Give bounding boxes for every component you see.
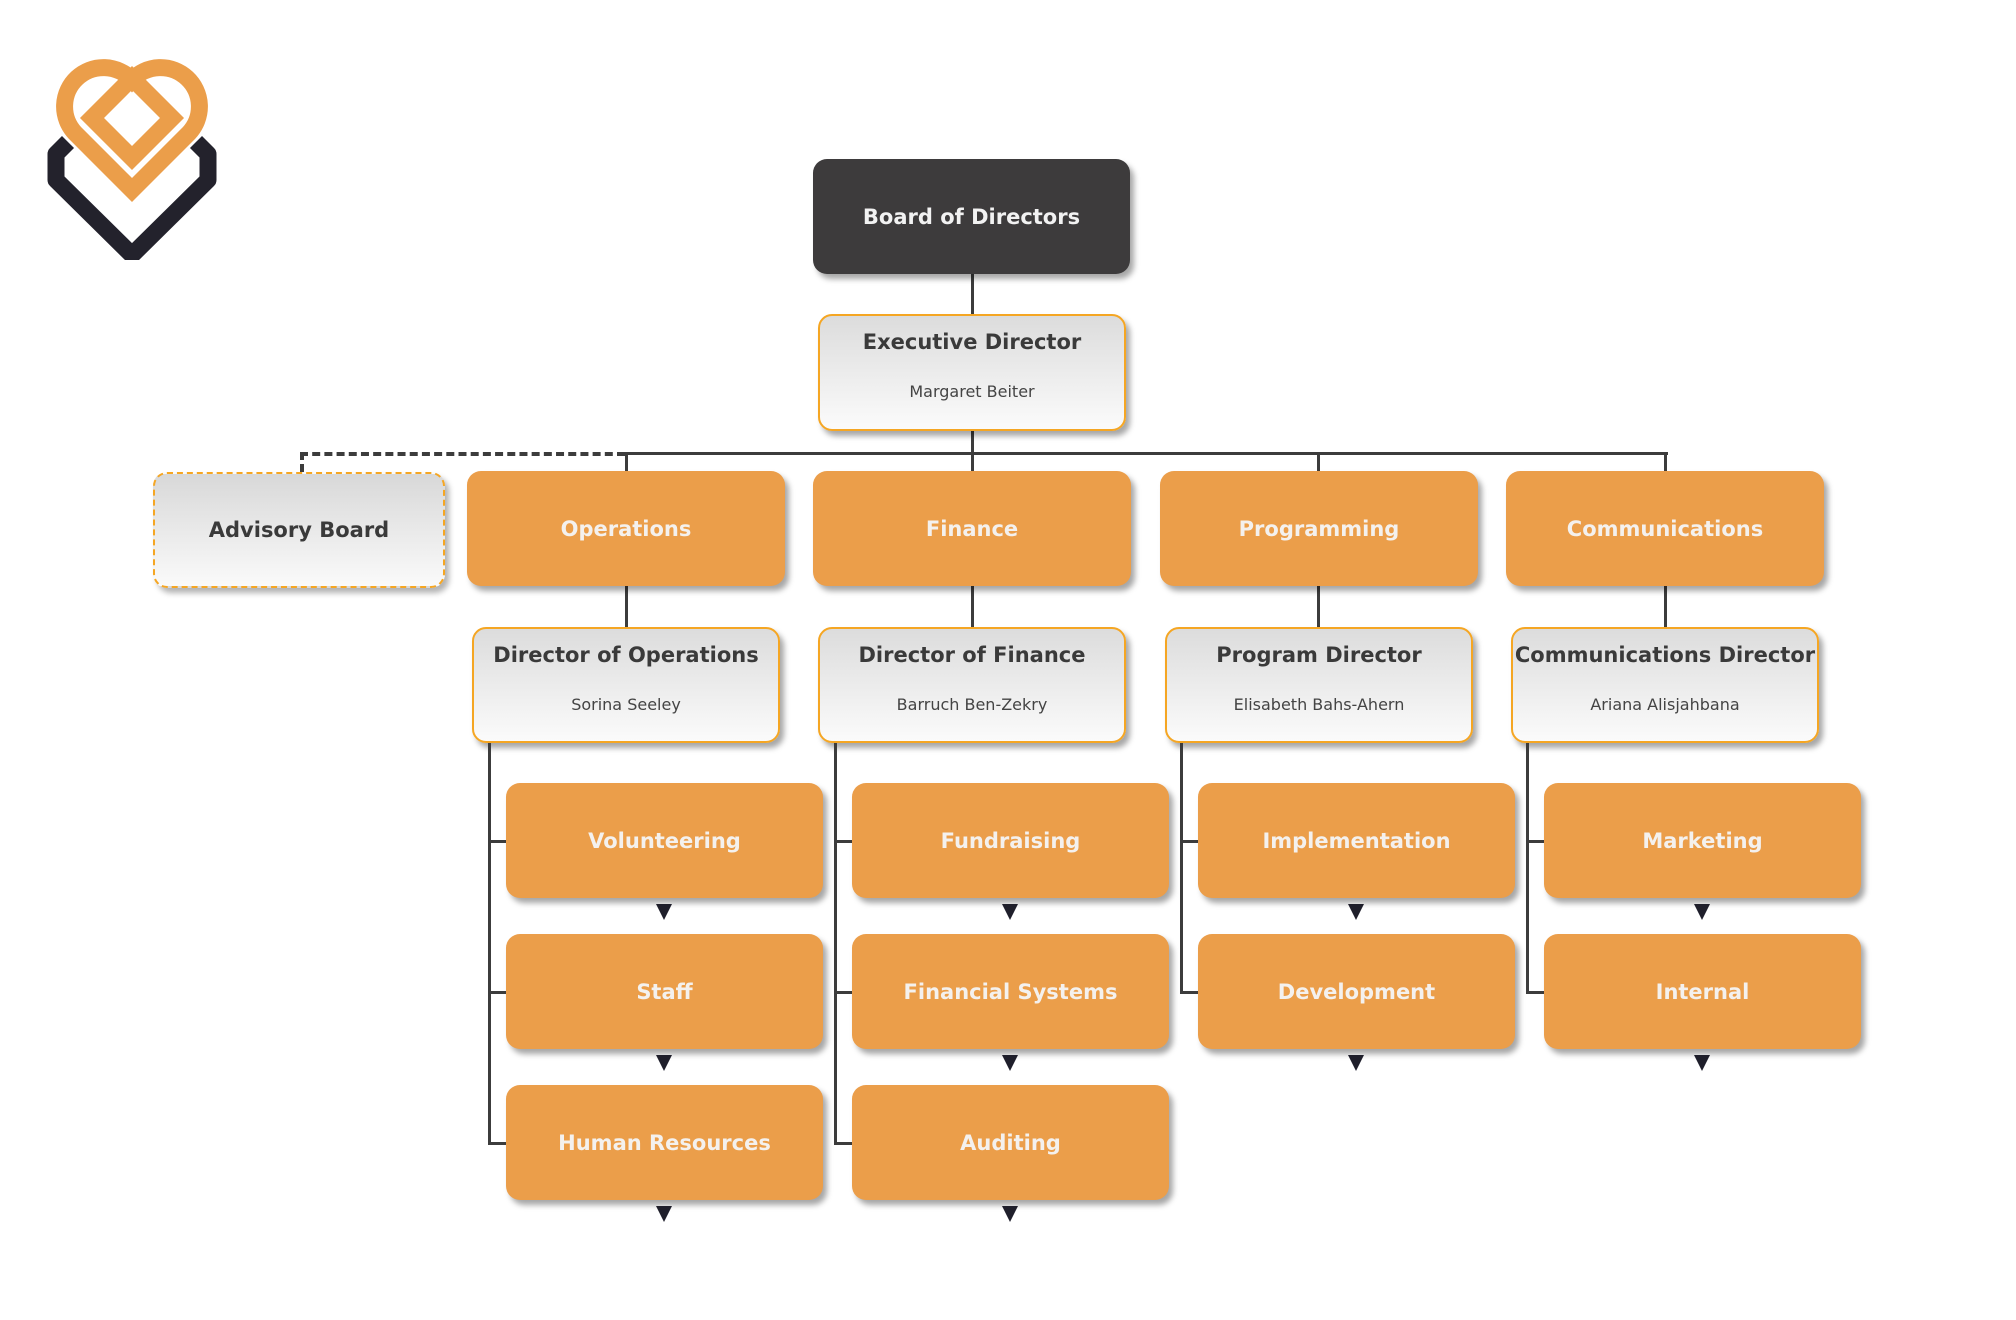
department-bus (625, 452, 1668, 455)
bracket-tick (488, 840, 506, 843)
department-finance-node[interactable]: Finance (813, 471, 1131, 586)
director-programming-node[interactable]: Program Director Elisabeth Bahs-Ahern (1165, 627, 1473, 743)
department-operations-node[interactable]: Operations (467, 471, 785, 586)
bracket-tick (834, 840, 852, 843)
unit-label: Internal (1655, 979, 1750, 1004)
bracket-tick (1526, 840, 1544, 843)
bracket-tick (834, 991, 852, 994)
advisory-board-node[interactable]: Advisory Board (153, 472, 445, 588)
director-name: Sorina Seeley (571, 695, 681, 714)
expand-arrow-icon[interactable] (656, 904, 672, 920)
expand-arrow-icon[interactable] (656, 1055, 672, 1071)
board-of-directors-node[interactable]: Board of Directors (813, 159, 1130, 274)
expand-arrow-icon[interactable] (1348, 904, 1364, 920)
expand-arrow-icon[interactable] (1694, 1055, 1710, 1071)
executive-director-node[interactable]: Executive Director Margaret Beiter (818, 314, 1126, 431)
department-label: Finance (925, 516, 1019, 541)
bracket-tick (1180, 991, 1198, 994)
department-label: Operations (560, 516, 692, 541)
unit-label: Auditing (960, 1130, 1061, 1155)
department-label: Communications (1566, 516, 1764, 541)
executive-name: Margaret Beiter (909, 382, 1035, 401)
expand-arrow-icon[interactable] (656, 1206, 672, 1222)
unit-node[interactable]: Development (1198, 934, 1515, 1049)
unit-node[interactable]: Human Resources (506, 1085, 823, 1200)
expand-arrow-icon[interactable] (1002, 1055, 1018, 1071)
director-title: Director of Finance (858, 643, 1086, 667)
unit-node[interactable]: Staff (506, 934, 823, 1049)
executive-title: Executive Director (862, 330, 1082, 354)
director-title: Director of Operations (493, 643, 759, 667)
expand-arrow-icon[interactable] (1002, 1206, 1018, 1222)
bracket-tick (1526, 991, 1544, 994)
unit-label: Volunteering (588, 828, 741, 853)
director-communications-node[interactable]: Communications Director Ariana Alisjahban… (1511, 627, 1819, 743)
unit-node[interactable]: Financial Systems (852, 934, 1169, 1049)
unit-label: Staff (636, 979, 693, 1004)
heart-diamond-logo-icon (47, 59, 217, 260)
unit-node[interactable]: Volunteering (506, 783, 823, 898)
bracket-line-operations (488, 743, 491, 1142)
advisory-dashed-connector (300, 452, 625, 456)
expand-arrow-icon[interactable] (1002, 904, 1018, 920)
unit-label: Development (1277, 979, 1436, 1004)
bracket-tick (1180, 840, 1198, 843)
unit-label: Marketing (1642, 828, 1763, 853)
bracket-line-programming (1180, 743, 1183, 991)
advisory-dashed-drop (300, 452, 304, 472)
unit-node[interactable]: Internal (1544, 934, 1861, 1049)
bracket-line-communications (1526, 743, 1529, 991)
director-operations-node[interactable]: Director of Operations Sorina Seeley (472, 627, 780, 743)
bracket-tick (488, 991, 506, 994)
department-communications-node[interactable]: Communications (1506, 471, 1824, 586)
unit-node[interactable]: Fundraising (852, 783, 1169, 898)
bracket-tick (834, 1142, 852, 1145)
director-name: Barruch Ben-Zekry (896, 695, 1048, 714)
unit-label: Fundraising (940, 828, 1081, 853)
unit-node[interactable]: Marketing (1544, 783, 1861, 898)
director-finance-node[interactable]: Director of Finance Barruch Ben-Zekry (818, 627, 1126, 743)
director-title: Program Director (1216, 643, 1422, 667)
unit-node[interactable]: Implementation (1198, 783, 1515, 898)
director-name: Ariana Alisjahbana (1590, 695, 1740, 714)
unit-node[interactable]: Auditing (852, 1085, 1169, 1200)
expand-arrow-icon[interactable] (1348, 1055, 1364, 1071)
director-name: Elisabeth Bahs-Ahern (1233, 695, 1405, 714)
department-programming-node[interactable]: Programming (1160, 471, 1478, 586)
department-label: Programming (1238, 516, 1400, 541)
bracket-line-finance (834, 743, 837, 1142)
connector-board-exec (971, 274, 974, 314)
director-title: Communications Director (1514, 643, 1816, 667)
unit-label: Financial Systems (903, 979, 1118, 1004)
expand-arrow-icon[interactable] (1694, 904, 1710, 920)
unit-label: Human Resources (558, 1130, 771, 1155)
advisory-label: Advisory Board (208, 518, 390, 542)
unit-label: Implementation (1262, 828, 1451, 853)
board-label: Board of Directors (862, 204, 1081, 229)
bracket-tick (488, 1142, 506, 1145)
